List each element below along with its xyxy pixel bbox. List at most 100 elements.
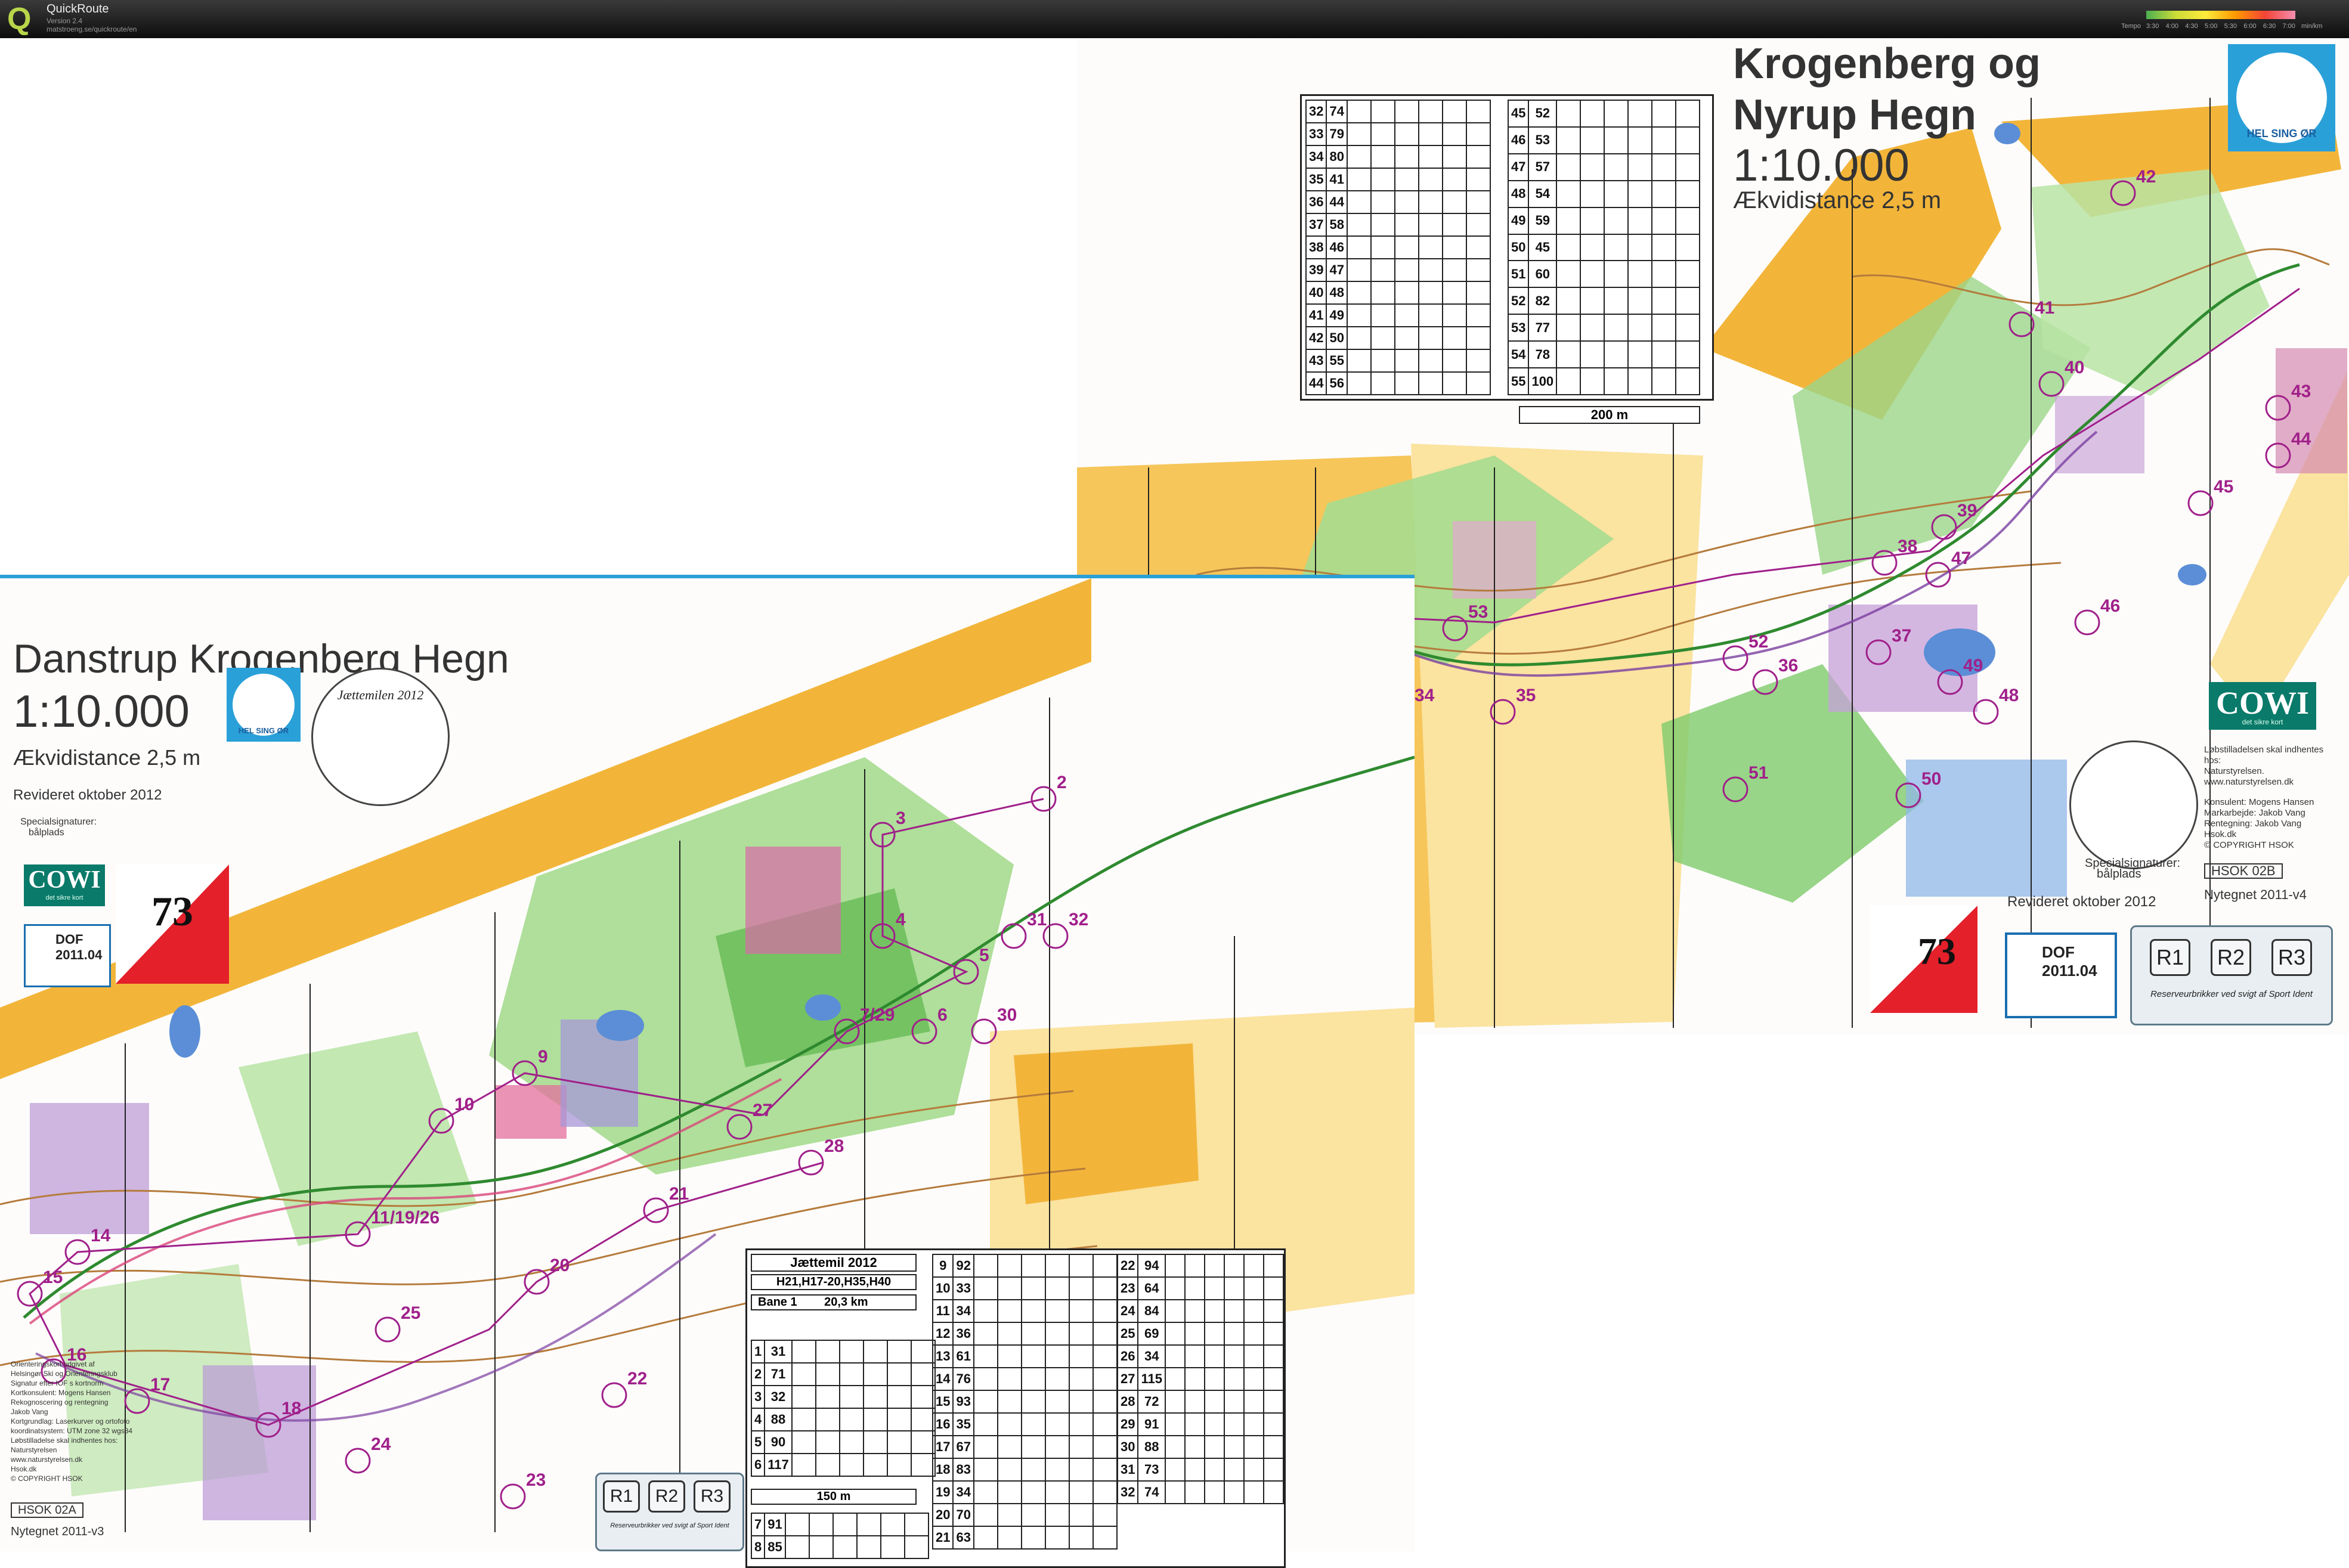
desc-symbol-cell — [838, 1430, 864, 1454]
reserve-button-r1[interactable]: R1 — [603, 1480, 640, 1513]
desc-symbol-cell — [1223, 1390, 1245, 1414]
desc-code: 88 — [1137, 1435, 1166, 1459]
desc-code: 41 — [1326, 168, 1348, 191]
desc-top-col1: 32 74 33 79 34 80 35 41 36 44 37 58 38 46 39 47 40 48 41 49… — [1305, 100, 1491, 395]
desc-symbol-cell — [1092, 1322, 1118, 1346]
control-number: 9 — [538, 1047, 548, 1067]
desc-symbol-cell — [1020, 1344, 1046, 1368]
desc-symbol-cell — [1651, 340, 1677, 369]
desc-row: 23 64 — [1116, 1276, 1285, 1300]
control-number: 31 — [1027, 910, 1047, 929]
desc-symbol-cell — [1627, 340, 1653, 369]
reserve-button-r2[interactable]: R2 — [2211, 939, 2251, 976]
desc-row: 16 35 — [931, 1412, 1118, 1436]
desc-symbol-cell — [996, 1367, 1022, 1391]
desc-row: 7 91 — [750, 1513, 929, 1536]
control-number: 22 — [627, 1369, 647, 1389]
desc-symbol-cell — [1441, 168, 1467, 191]
desc-symbol-cell — [838, 1453, 864, 1477]
desc-symbol-cell — [1370, 100, 1395, 123]
desc-symbol-cell — [1223, 1344, 1245, 1368]
desc-row: 43 55 — [1305, 349, 1491, 373]
desc-symbol-cell — [996, 1435, 1022, 1459]
desc-symbol-cell — [1044, 1480, 1070, 1504]
control-number: 48 — [1999, 686, 2019, 705]
club-logo-text: HEL SING ØR — [2246, 128, 2317, 140]
credit-line: Kortgrundlag: Laserkurver og ortofoto — [11, 1417, 130, 1426]
special-symbols-item: bålplads — [29, 828, 64, 838]
desc-symbol-cell — [973, 1480, 998, 1504]
desc-symbol-cell — [1465, 122, 1491, 146]
desc-code: 90 — [764, 1430, 793, 1454]
desc-order: 16 — [931, 1412, 954, 1436]
desc-symbol-cell — [1164, 1458, 1186, 1482]
desc-symbol-cell — [1203, 1480, 1225, 1504]
desc-symbol-cell — [1203, 1254, 1225, 1278]
reserve-button-r1[interactable]: R1 — [2150, 939, 2190, 976]
desc-row: 2 71 — [750, 1362, 936, 1386]
desc-symbol-cell — [1604, 153, 1629, 181]
desc-symbol-cell — [1556, 340, 1582, 369]
desc-row: 22 94 — [1116, 1254, 1285, 1278]
desc-row: 53 77 — [1507, 314, 1701, 342]
map-canvas[interactable]: 3334353637383940414243444546474849505152… — [0, 38, 2349, 1568]
desc-symbol-cell — [1370, 303, 1395, 327]
desc-order: 31 — [1116, 1458, 1139, 1482]
desc-symbol-cell — [1184, 1254, 1205, 1278]
desc-order: 15 — [931, 1390, 954, 1414]
desc-symbol-cell — [1346, 326, 1372, 350]
desc-row: 25 69 — [1116, 1322, 1285, 1346]
desc-top-col2: 45 52 46 53 47 57 48 54 49 59 50 45 51 60 52 82 53 77 54 78… — [1507, 100, 1701, 395]
desc-order: 12 — [931, 1322, 954, 1346]
cowi-tagline: det sikre kort — [45, 894, 83, 901]
desc-order: 5 — [750, 1430, 766, 1454]
desc-symbol-cell — [1394, 122, 1419, 146]
desc-symbol-cell — [1675, 340, 1701, 369]
control-circle — [2187, 490, 2214, 516]
desc-symbol-cell — [862, 1385, 888, 1409]
desc-order: 9 — [931, 1254, 954, 1278]
desc-row: 31 73 — [1116, 1458, 1285, 1482]
cowi-logo: COWI det sikre kort — [24, 864, 105, 906]
desc-row: 38 46 — [1305, 235, 1491, 259]
desc-symbol-cell — [1203, 1322, 1225, 1346]
reserve-button-r3[interactable]: R3 — [2271, 939, 2312, 976]
desc-symbol-cell — [1556, 100, 1582, 128]
desc-symbol-cell — [791, 1453, 816, 1477]
desc-order: 32 — [1305, 100, 1327, 123]
desc-symbol-cell — [862, 1430, 888, 1454]
desc-order: 18 — [931, 1458, 954, 1482]
desc-symbol-cell — [1580, 367, 1605, 395]
desc-symbol-cell — [973, 1276, 998, 1300]
desc-row: 11 34 — [931, 1299, 1118, 1323]
desc-symbol-cell — [862, 1362, 888, 1386]
desc-symbol-cell — [1068, 1390, 1094, 1414]
reserve-button-r3[interactable]: R3 — [694, 1480, 731, 1513]
desc-symbol-cell — [1068, 1322, 1094, 1346]
desc-symbol-cell — [1262, 1435, 1285, 1459]
desc-symbol-cell — [1243, 1390, 1264, 1414]
desc-symbol-cell — [1092, 1412, 1118, 1436]
desc-symbol-cell — [1604, 340, 1629, 369]
control-number: 6 — [937, 1005, 948, 1025]
desc-symbol-cell — [1604, 233, 1629, 262]
desc-symbol-cell — [1068, 1458, 1094, 1482]
desc-symbol-cell — [1203, 1276, 1225, 1300]
desc-symbol-cell — [1394, 349, 1419, 373]
map-left-special: Specialsignaturer: bålplads — [20, 817, 97, 838]
desc-code: 91 — [764, 1513, 786, 1536]
map-left-code: HSOK 02A — [11, 1502, 83, 1518]
desc-order: 46 — [1507, 126, 1530, 154]
reserve-button-r2[interactable]: R2 — [648, 1480, 685, 1513]
desc-symbol-cell — [1441, 213, 1467, 237]
desc-symbol-cell — [1020, 1526, 1046, 1550]
desc-symbol-cell — [1370, 168, 1395, 191]
desc-row: 26 34 — [1116, 1344, 1285, 1368]
desc-code: 35 — [952, 1412, 974, 1436]
desc-symbol-cell — [1651, 206, 1677, 235]
desc-order: 25 — [1116, 1322, 1139, 1346]
app-url[interactable]: matstroeng.se/quickroute/en — [47, 25, 137, 33]
desc-symbol-cell — [1556, 287, 1582, 315]
desc-symbol-cell — [1184, 1480, 1205, 1504]
desc-symbol-cell — [1418, 145, 1443, 169]
